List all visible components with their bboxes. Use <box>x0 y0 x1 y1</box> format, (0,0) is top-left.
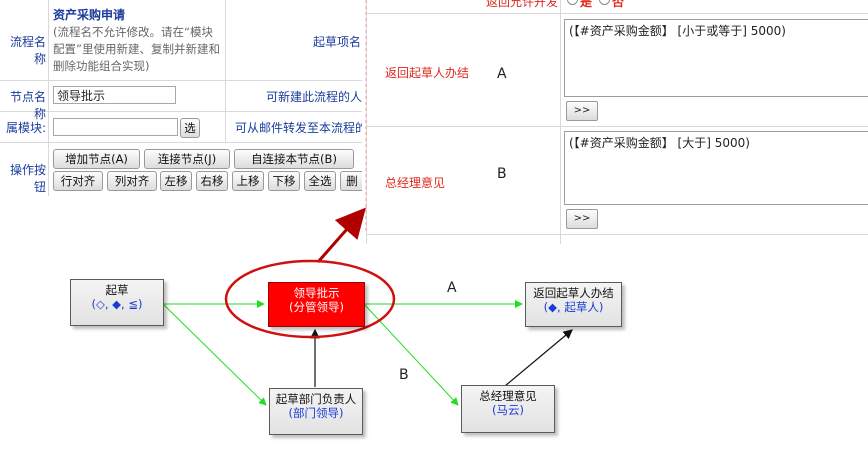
node-return-title: 返回起草人办结 <box>533 286 614 300</box>
node-dept-sub: (部门领导) <box>288 406 344 420</box>
node-leader-sub: (分管领导) <box>289 300 344 314</box>
edge-draft-dept <box>162 303 267 406</box>
edge-label-b: B <box>399 367 409 383</box>
node-return-sub: (◆, 起草人) <box>543 300 604 314</box>
node-gm-title: 总经理意见 <box>479 389 537 403</box>
edge-leader-gm <box>363 303 459 406</box>
node-draft-sub: (◇, ◆, ≦) <box>91 297 143 311</box>
edge-label-a: A <box>447 280 457 296</box>
flow-diagram-edges <box>162 0 573 406</box>
node-gm-opinion[interactable]: 总经理意见 (马云) <box>461 385 555 433</box>
node-leader-approval[interactable]: 领导批示 (分管领导) <box>268 282 365 327</box>
node-gm-sub: (马云) <box>492 403 524 417</box>
node-dept-head[interactable]: 起草部门负责人 (部门领导) <box>269 388 363 435</box>
edge-gm-return <box>504 329 573 387</box>
node-dept-title: 起草部门负责人 <box>275 392 357 406</box>
node-leader-title: 领导批示 <box>293 286 340 300</box>
node-draft-title: 起草 <box>105 283 129 297</box>
node-draft[interactable]: 起草 (◇, ◆, ≦) <box>70 279 164 326</box>
callout-arrow <box>316 207 366 263</box>
node-return-drafter[interactable]: 返回起草人办结 (◆, 起草人) <box>525 282 622 327</box>
